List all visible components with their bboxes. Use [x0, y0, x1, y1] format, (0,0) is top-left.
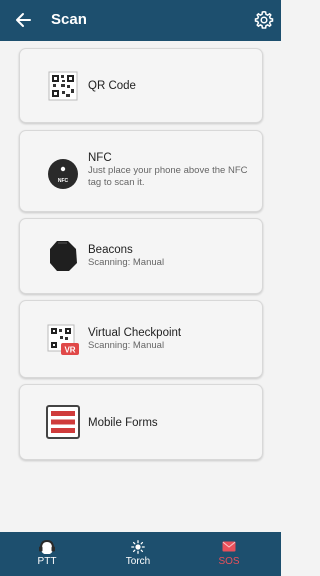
scan-option-label: Beacons	[88, 244, 133, 256]
form-icon	[46, 405, 80, 439]
arrow-left-icon	[16, 13, 31, 27]
nav-label: SOS	[218, 556, 240, 567]
scan-option-label: QR Code	[88, 80, 136, 92]
bottom-nav: PTT Torch SOS	[0, 532, 281, 576]
scan-option-beacons[interactable]: Beacons Scanning: Manual	[19, 218, 263, 294]
gear-icon	[254, 11, 274, 29]
nav-ptt[interactable]: PTT	[12, 532, 82, 576]
scan-option-status: Scanning: Manual	[88, 257, 165, 268]
page-title: Scan	[51, 11, 87, 28]
nav-label: PTT	[37, 556, 57, 567]
nav-label: Torch	[125, 556, 151, 567]
nfc-tag-icon: NFC	[48, 159, 78, 189]
scan-option-label: Virtual Checkpoint	[88, 327, 182, 339]
ptt-icon	[39, 539, 55, 554]
scan-option-mobile-forms[interactable]: Mobile Forms	[19, 384, 263, 460]
nav-torch[interactable]: Torch	[103, 532, 173, 576]
scan-option-virtual-checkpoint[interactable]: VR Virtual Checkpoint Scanning: Manual	[19, 300, 263, 378]
back-button[interactable]	[12, 9, 34, 31]
qr-code-icon	[48, 71, 78, 101]
scan-option-nfc[interactable]: NFC NFC Just place your phone above the …	[19, 130, 263, 212]
scan-option-label: Mobile Forms	[88, 417, 158, 429]
settings-button[interactable]	[253, 9, 275, 31]
nfc-tag-text: NFC	[58, 178, 69, 184]
scan-option-qr-code[interactable]: QR Code	[19, 48, 263, 123]
envelope-icon	[222, 541, 236, 552]
scan-option-status: Scanning: Manual	[88, 340, 165, 351]
torch-icon	[131, 539, 145, 554]
vr-badge: VR	[64, 346, 75, 355]
scan-option-label: NFC	[88, 152, 112, 164]
app-bar: Scan	[0, 0, 281, 41]
virtual-checkpoint-icon: VR	[47, 324, 79, 355]
nav-sos[interactable]: SOS	[194, 532, 264, 576]
beacon-icon	[50, 241, 77, 271]
scan-option-description: Just place your phone above the NFC tag …	[88, 165, 248, 188]
